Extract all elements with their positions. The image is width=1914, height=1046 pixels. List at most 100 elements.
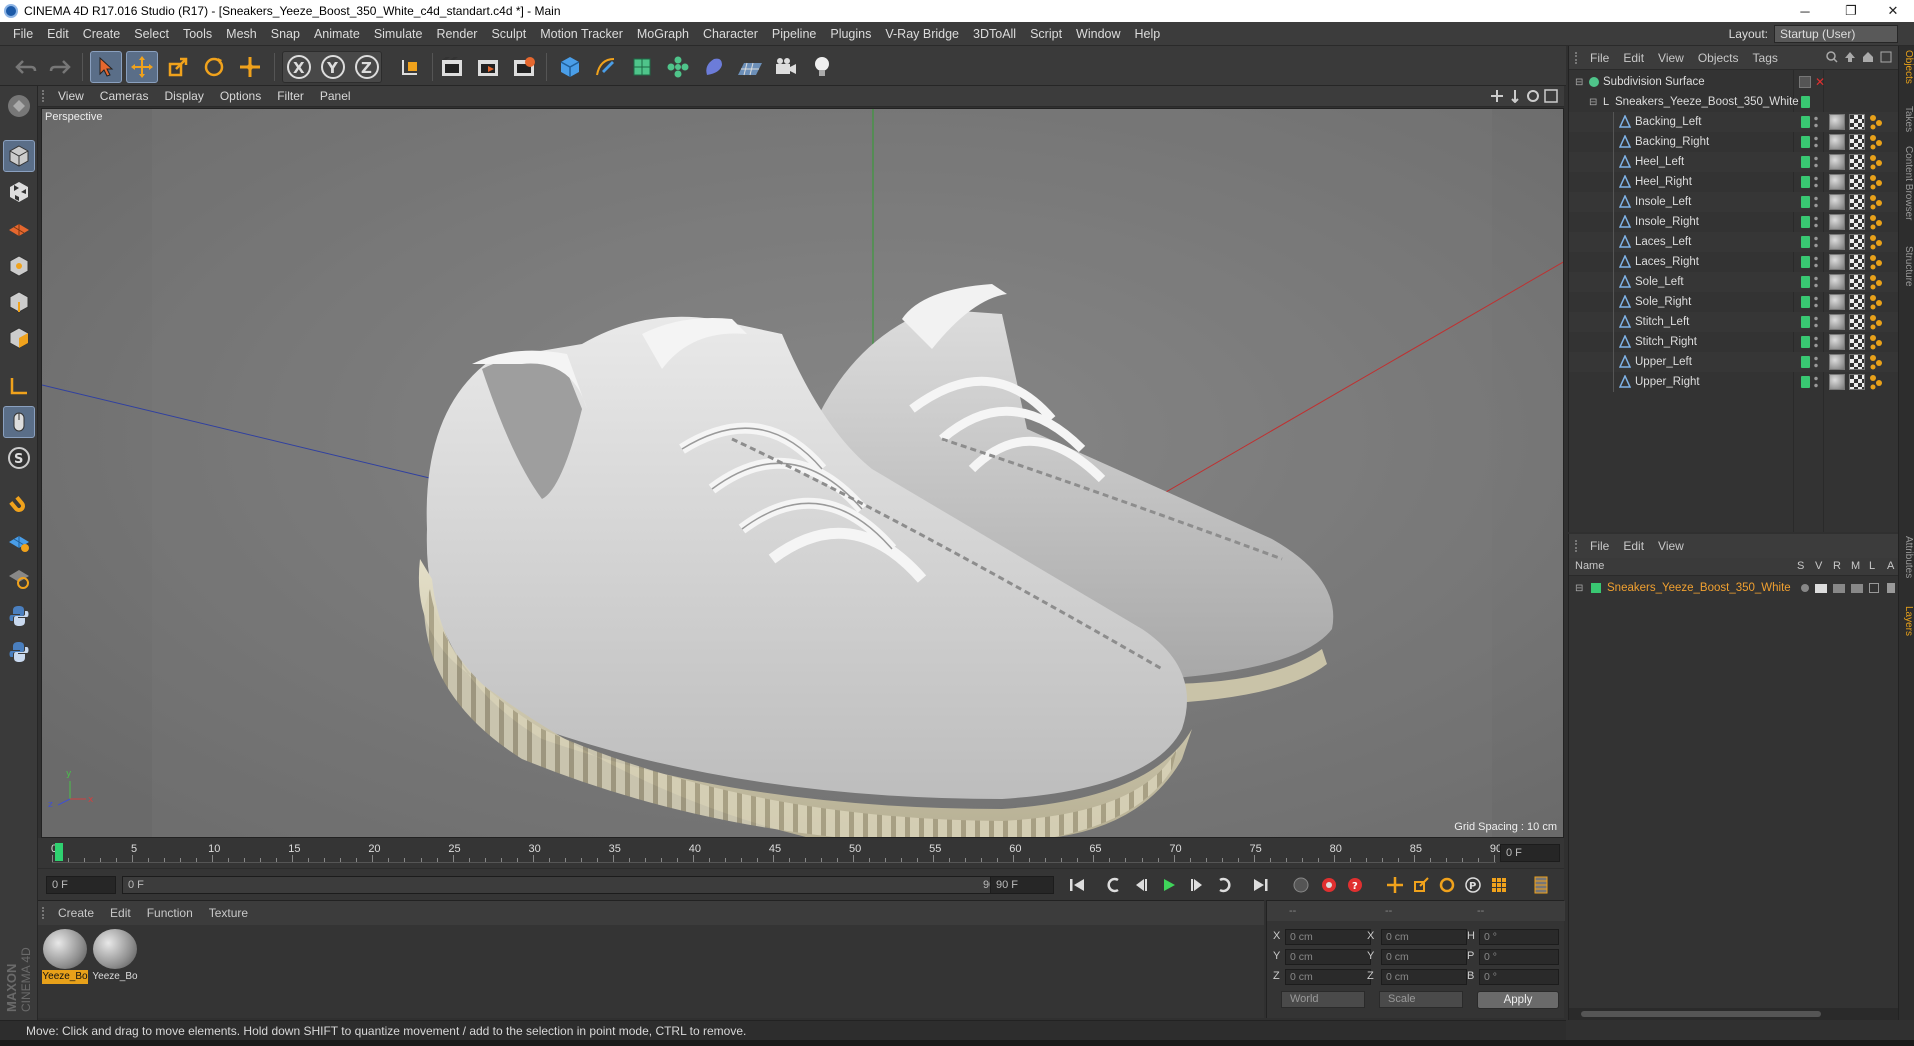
goto-end-icon[interactable] <box>1250 874 1272 896</box>
visibility-dots[interactable] <box>1814 295 1818 309</box>
python-script-icon[interactable] <box>3 600 35 632</box>
object-row[interactable]: Upper_Right <box>1569 372 1899 392</box>
axis-mode-icon[interactable] <box>3 370 35 402</box>
floor-scene-icon[interactable] <box>734 51 766 83</box>
object-row[interactable]: Stitch_Right <box>1569 332 1899 352</box>
transform-tool-icon[interactable] <box>234 51 266 83</box>
material-menu-function[interactable]: Function <box>139 906 201 920</box>
menu-tools[interactable]: Tools <box>176 27 219 41</box>
material-tag-icon[interactable] <box>1829 254 1845 270</box>
objects-menu-tags[interactable]: Tags <box>1746 51 1785 65</box>
layer-flag-locked[interactable]: L <box>1869 560 1875 572</box>
layout-dropdown[interactable]: Startup (User) <box>1774 25 1898 43</box>
phong-tag-icon[interactable] <box>1869 194 1883 210</box>
object-row-null-group[interactable]: ⊟ L Sneakers_Yeeze_Boost_350_White <box>1569 92 1899 112</box>
polygons-mode-icon[interactable] <box>3 322 35 354</box>
enable-snap-icon[interactable] <box>3 526 35 558</box>
visibility-dots[interactable] <box>1814 135 1818 149</box>
prev-key-icon[interactable] <box>1102 874 1124 896</box>
visibility-toggle[interactable] <box>1799 76 1811 88</box>
menu-select[interactable]: Select <box>127 27 176 41</box>
material-menu-texture[interactable]: Texture <box>201 906 256 920</box>
uvw-tag-icon[interactable] <box>1849 314 1865 330</box>
material-tag-icon[interactable] <box>1829 114 1845 130</box>
phong-tag-icon[interactable] <box>1869 294 1883 310</box>
objects-search-icon[interactable] <box>1826 51 1838 66</box>
enabled-check[interactable] <box>1801 336 1810 348</box>
objects-up-icon[interactable] <box>1844 51 1856 66</box>
object-row[interactable]: Backing_Left <box>1569 112 1899 132</box>
menu-help[interactable]: Help <box>1128 27 1168 41</box>
uvw-tag-icon[interactable] <box>1849 354 1865 370</box>
material-tag-icon[interactable] <box>1829 234 1845 250</box>
coordinate-system-icon[interactable] <box>394 51 426 83</box>
deformer-icon[interactable] <box>698 51 730 83</box>
texture-mode-icon[interactable] <box>3 176 35 208</box>
material-tag-icon[interactable] <box>1829 154 1845 170</box>
visibility-dots[interactable] <box>1814 155 1818 169</box>
timeline-ruler[interactable]: 0 5 10 15 20 25 30 35 40 45 50 55 60 65 70 75 80 85 90 <box>51 841 1502 863</box>
side-tab-layers[interactable]: Layers <box>1900 606 1914 636</box>
disabled-x-icon[interactable]: ✕ <box>1815 75 1825 89</box>
layer-color-swatch[interactable] <box>1591 583 1601 593</box>
menu-3dtoall[interactable]: 3DToAll <box>966 27 1023 41</box>
visibility-dots[interactable] <box>1814 355 1818 369</box>
undo-icon[interactable] <box>10 51 42 83</box>
timeline-window-icon[interactable] <box>1530 874 1552 896</box>
visibility-dots[interactable] <box>1814 175 1818 189</box>
size-x-field[interactable]: 0 cm <box>1381 929 1467 945</box>
object-row[interactable]: Heel_Left <box>1569 152 1899 172</box>
cube-object-icon[interactable] <box>554 51 586 83</box>
viewport-menu-cameras[interactable]: Cameras <box>92 89 157 103</box>
tweak-mode-icon[interactable] <box>3 406 35 438</box>
material-tag-icon[interactable] <box>1829 314 1845 330</box>
phong-tag-icon[interactable] <box>1869 334 1883 350</box>
material-menu-edit[interactable]: Edit <box>102 906 139 920</box>
phong-tag-icon[interactable] <box>1869 374 1883 390</box>
menu-window[interactable]: Window <box>1069 27 1127 41</box>
uvw-tag-icon[interactable] <box>1849 174 1865 190</box>
layer-manager-icon[interactable] <box>1851 583 1863 593</box>
material-tag-icon[interactable] <box>1829 134 1845 150</box>
viewport-camera-label[interactable]: Perspective <box>45 111 102 123</box>
objects-menu-view[interactable]: View <box>1651 51 1691 65</box>
menu-sculpt[interactable]: Sculpt <box>484 27 533 41</box>
side-tab-content-browser[interactable]: Content Browser <box>1900 146 1914 220</box>
material-tag-icon[interactable] <box>1829 174 1845 190</box>
object-row[interactable]: Upper_Left <box>1569 352 1899 372</box>
layers-menu-edit[interactable]: Edit <box>1616 539 1651 553</box>
object-row[interactable]: Insole_Left <box>1569 192 1899 212</box>
viewport-pan-icon[interactable] <box>1490 89 1504 106</box>
enabled-check[interactable] <box>1801 196 1810 208</box>
mograph-cloner-icon[interactable] <box>662 51 694 83</box>
uvw-tag-icon[interactable] <box>1849 294 1865 310</box>
visibility-dots[interactable] <box>1814 195 1818 209</box>
side-tab-structure[interactable]: Structure <box>1900 246 1914 287</box>
enabled-check[interactable] <box>1801 356 1810 368</box>
phong-tag-icon[interactable] <box>1869 254 1883 270</box>
menu-mesh[interactable]: Mesh <box>219 27 264 41</box>
layers-menu-file[interactable]: File <box>1583 539 1616 553</box>
phong-tag-icon[interactable] <box>1869 234 1883 250</box>
visibility-dots[interactable] <box>1814 375 1818 389</box>
end-frame-field[interactable]: 90 F <box>990 876 1054 894</box>
phong-tag-icon[interactable] <box>1869 114 1883 130</box>
rotation-p-field[interactable]: 0 ° <box>1479 949 1559 965</box>
layer-flag-animation[interactable]: A <box>1887 560 1894 572</box>
side-tab-objects[interactable]: Objects <box>1900 50 1914 84</box>
play-forward-icon[interactable] <box>1158 874 1180 896</box>
light-icon[interactable] <box>806 51 838 83</box>
side-tab-takes[interactable]: Takes <box>1900 106 1914 132</box>
object-row[interactable]: Heel_Right <box>1569 172 1899 192</box>
points-mode-icon[interactable] <box>3 250 35 282</box>
uvw-tag-icon[interactable] <box>1849 194 1865 210</box>
visibility-dots[interactable] <box>1814 275 1818 289</box>
objects-menu-edit[interactable]: Edit <box>1616 51 1651 65</box>
object-row[interactable]: Stitch_Left <box>1569 312 1899 332</box>
viewport-toggle-icon[interactable] <box>1544 89 1558 106</box>
menu-file[interactable]: File <box>6 27 40 41</box>
object-row[interactable]: Laces_Left <box>1569 232 1899 252</box>
record-keys-icon[interactable] <box>1290 874 1312 896</box>
solo-mode-icon[interactable]: S <box>3 442 35 474</box>
enabled-check[interactable] <box>1801 136 1810 148</box>
